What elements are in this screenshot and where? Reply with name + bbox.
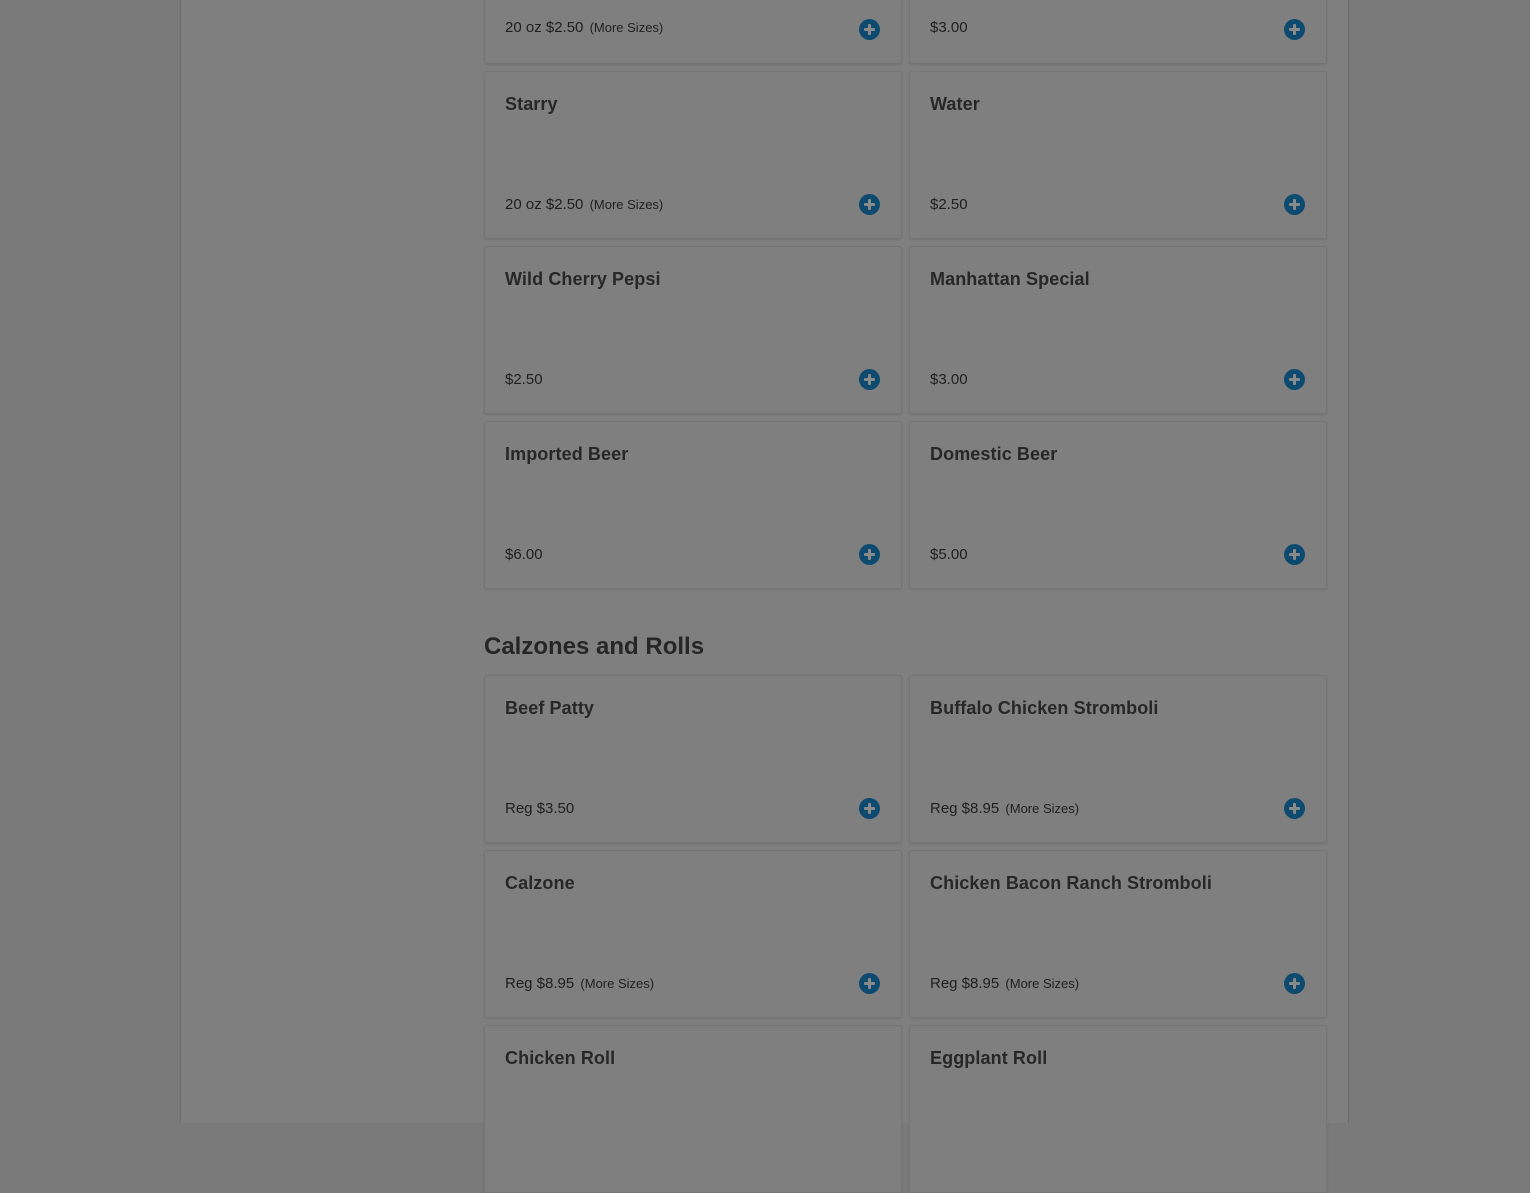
menu-page-overlay: 20 oz $2.50 (More Sizes) $3.00 Starry 20… — [180, 0, 1349, 1193]
item-price: $3.00 — [930, 19, 968, 36]
more-sizes-link[interactable]: (More Sizes) — [1005, 976, 1079, 991]
drinks-grid: 20 oz $2.50 (More Sizes) $3.00 Starry 20… — [484, 0, 1329, 589]
more-sizes-link[interactable]: (More Sizes) — [580, 976, 654, 991]
calzones-grid: Beef Patty Reg $3.50 Buffalo Chicken Str… — [484, 675, 1329, 1193]
plus-circle-icon[interactable] — [1284, 369, 1305, 390]
item-price: Reg $3.50 — [505, 800, 575, 817]
menu-item-card[interactable]: Chicken Bacon Ranch Stromboli Reg $8.95 … — [909, 850, 1327, 1018]
more-sizes-link[interactable]: (More Sizes) — [590, 20, 664, 35]
item-price: Reg $8.95 (More Sizes) — [930, 800, 1080, 817]
menu-item-card[interactable]: 20 oz $2.50 (More Sizes) — [484, 0, 902, 64]
item-name: Beef Patty — [505, 698, 595, 718]
item-price: 20 oz $2.50 (More Sizes) — [505, 196, 664, 213]
plus-circle-icon[interactable] — [1284, 544, 1305, 565]
menu-item-card[interactable]: Wild Cherry Pepsi $2.50 — [484, 246, 902, 414]
item-price: Reg $8.95 (More Sizes) — [505, 975, 655, 992]
menu-item-card[interactable]: Domestic Beer $5.00 — [909, 421, 1327, 589]
item-price: $2.50 — [930, 196, 968, 213]
menu-item-card[interactable]: Water $2.50 — [909, 71, 1327, 239]
item-name: Water — [930, 94, 980, 114]
more-sizes-link[interactable]: (More Sizes) — [590, 197, 664, 212]
menu-item-card[interactable]: $3.00 — [909, 0, 1327, 64]
menu-item-card[interactable]: Beef Patty Reg $3.50 — [484, 675, 902, 843]
item-name: Domestic Beer — [930, 444, 1058, 464]
item-name: Chicken Bacon Ranch Stromboli — [930, 873, 1212, 893]
menu-item-card[interactable]: Buffalo Chicken Stromboli Reg $8.95 (Mor… — [909, 675, 1327, 843]
item-name: Imported Beer — [505, 444, 629, 464]
plus-circle-icon[interactable] — [859, 544, 880, 565]
plus-circle-icon[interactable] — [1284, 798, 1305, 819]
item-name: Starry — [505, 94, 558, 114]
menu-item-card[interactable]: Calzone Reg $8.95 (More Sizes) — [484, 850, 902, 1018]
plus-circle-icon[interactable] — [859, 19, 880, 40]
plus-circle-icon[interactable] — [859, 798, 880, 819]
item-price: $2.50 — [505, 371, 543, 388]
menu-item-card[interactable]: Chicken Roll — [484, 1025, 902, 1193]
item-name: Calzone — [505, 873, 575, 893]
plus-circle-icon[interactable] — [1284, 194, 1305, 215]
item-price: $5.00 — [930, 546, 968, 563]
item-name: Chicken Roll — [505, 1048, 616, 1068]
more-sizes-link[interactable]: (More Sizes) — [1005, 801, 1079, 816]
plus-circle-icon[interactable] — [859, 369, 880, 390]
item-name: Eggplant Roll — [930, 1048, 1048, 1068]
menu-item-card[interactable]: Manhattan Special $3.00 — [909, 246, 1327, 414]
plus-circle-icon[interactable] — [1284, 973, 1305, 994]
item-price: 20 oz $2.50 (More Sizes) — [505, 19, 664, 36]
item-name: Buffalo Chicken Stromboli — [930, 698, 1159, 718]
item-price: $6.00 — [505, 546, 543, 563]
section-title: Calzones and Rolls — [484, 633, 705, 660]
plus-circle-icon[interactable] — [859, 973, 880, 994]
item-name: Manhattan Special — [930, 269, 1090, 289]
menu-item-card[interactable]: Imported Beer $6.00 — [484, 421, 902, 589]
menu-item-card[interactable]: Starry 20 oz $2.50 (More Sizes) — [484, 71, 902, 239]
menu-content: 20 oz $2.50 (More Sizes) $3.00 Starry 20… — [484, 0, 1329, 1193]
item-price: Reg $8.95 (More Sizes) — [930, 975, 1080, 992]
plus-circle-icon[interactable] — [859, 194, 880, 215]
menu-item-card[interactable]: Eggplant Roll — [909, 1025, 1327, 1193]
item-price: $3.00 — [930, 371, 968, 388]
plus-circle-icon[interactable] — [1284, 19, 1305, 40]
item-name: Wild Cherry Pepsi — [505, 269, 661, 289]
